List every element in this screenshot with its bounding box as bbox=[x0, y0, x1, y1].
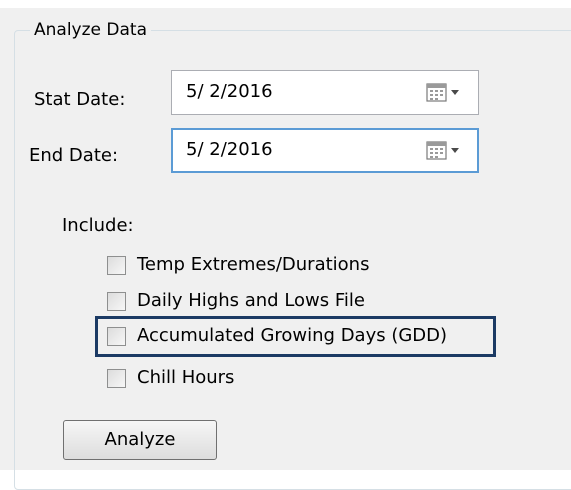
option-label[interactable]: Chill Hours bbox=[137, 366, 234, 390]
end-date-label: End Date: bbox=[29, 145, 119, 166]
calendar-icon[interactable] bbox=[426, 141, 466, 161]
option-label[interactable]: Daily Highs and Lows File bbox=[137, 289, 365, 313]
start-date-value[interactable]: 5/ 2/2016 bbox=[186, 80, 273, 104]
option-label[interactable]: Temp Extremes/Durations bbox=[137, 253, 369, 277]
checkbox[interactable] bbox=[107, 292, 126, 311]
chevron-down-icon bbox=[451, 90, 459, 95]
gdd-highlight-box bbox=[95, 316, 496, 357]
start-date-picker[interactable]: 5/ 2/2016 bbox=[171, 70, 479, 115]
chevron-down-icon bbox=[451, 148, 459, 153]
start-date-calendar-button[interactable] bbox=[426, 83, 466, 103]
calendar-icon[interactable] bbox=[426, 83, 466, 103]
start-date-label: Stat Date: bbox=[34, 89, 126, 110]
include-label: Include: bbox=[62, 215, 134, 236]
top-spacer bbox=[0, 0, 571, 8]
checkbox[interactable] bbox=[107, 256, 126, 275]
end-date-picker[interactable]: 5/ 2/2016 bbox=[171, 128, 479, 173]
end-date-calendar-button[interactable] bbox=[426, 141, 466, 161]
analyze-data-panel: Analyze Data Stat Date: 5/ 2/2016 End Da… bbox=[0, 0, 571, 490]
analyze-button[interactable]: Analyze bbox=[63, 420, 217, 460]
end-date-value[interactable]: 5/ 2/2016 bbox=[186, 138, 273, 162]
checkbox[interactable] bbox=[107, 369, 126, 388]
group-title: Analyze Data bbox=[30, 18, 151, 42]
